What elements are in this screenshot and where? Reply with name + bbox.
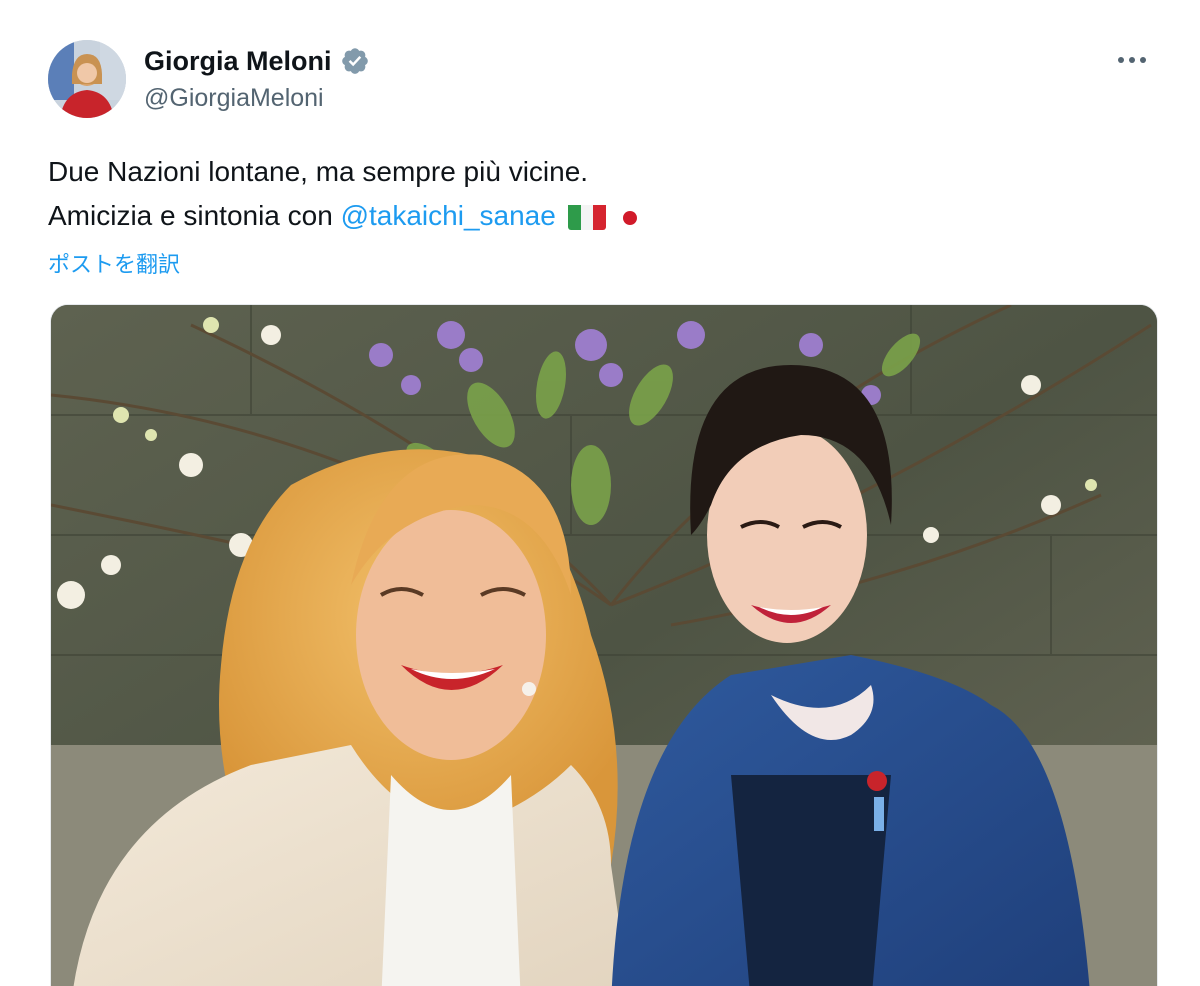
tweet-photo[interactable] — [50, 304, 1158, 986]
tweet-text-line-2: Amicizia e sintonia con @takaichi_sanae — [48, 194, 1148, 238]
tweet-text-line-1: Due Nazioni lontane, ma sempre più vicin… — [48, 156, 589, 187]
avatar-image — [48, 40, 126, 118]
more-options-icon — [1118, 57, 1146, 63]
italy-flag-icon — [567, 202, 606, 230]
selfie-photo — [51, 305, 1157, 986]
more-options-button[interactable] — [1104, 40, 1160, 80]
verified-badge-icon[interactable] — [340, 46, 370, 76]
mention-link[interactable]: @takaichi_sanae — [341, 200, 556, 231]
author-avatar[interactable] — [48, 40, 126, 118]
author-display-name[interactable]: Giorgia Meloni — [144, 46, 332, 77]
tweet-text: Due Nazioni lontane, ma sempre più vicin… — [48, 150, 1148, 238]
japan-flag-icon — [620, 199, 640, 227]
tweet-text-line-2-prefix: Amicizia e sintonia con — [48, 200, 341, 231]
tweet-card: Giorgia Meloni @GiorgiaMeloni Due Nazion… — [0, 0, 1200, 986]
display-name-row: Giorgia Meloni — [144, 44, 370, 78]
translate-post-link[interactable]: ポストを翻訳 — [48, 247, 180, 279]
author-names: Giorgia Meloni @GiorgiaMeloni — [144, 44, 370, 113]
tweet-header: Giorgia Meloni @GiorgiaMeloni — [48, 40, 1160, 124]
author-handle[interactable]: @GiorgiaMeloni — [144, 84, 370, 113]
